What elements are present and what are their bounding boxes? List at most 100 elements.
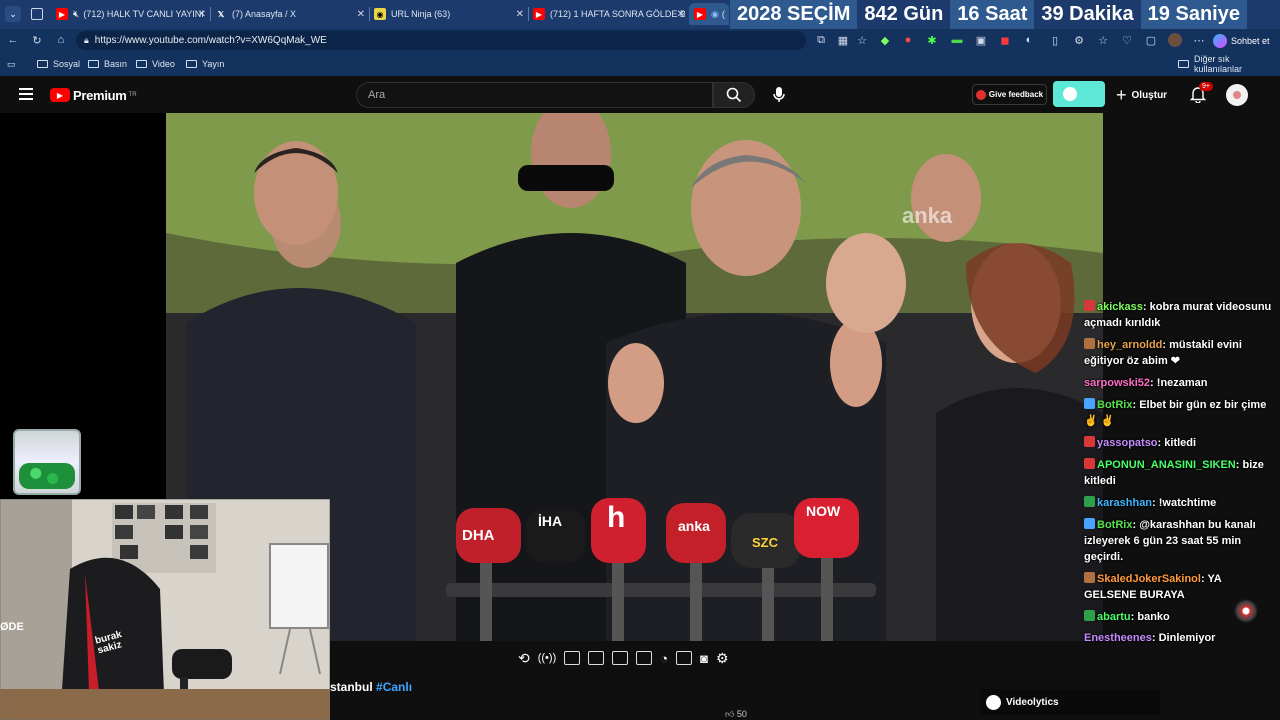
chat-username[interactable]: APONUN_ANASINI_SIKEN: [1097, 459, 1236, 471]
picture-icon[interactable]: [612, 651, 629, 665]
reading-list-icon[interactable]: ▭: [7, 57, 16, 71]
bookmark-folder-basin[interactable]: Basın: [88, 57, 127, 71]
address-bar[interactable]: 🔒︎ https://www.youtube.com/watch?v=XW6Qq…: [76, 31, 806, 50]
tab-label: (: [721, 9, 725, 19]
close-icon[interactable]: ✕: [198, 9, 206, 20]
chat-badge-icon: [1084, 300, 1095, 311]
refresh-icon[interactable]: ↻: [30, 33, 44, 47]
split-screen-icon[interactable]: ▯: [1048, 33, 1062, 47]
bookmark-label: Basın: [104, 59, 128, 69]
favorites-icon[interactable]: ☆: [1096, 33, 1110, 47]
chat-username[interactable]: BotRix: [1097, 519, 1132, 531]
video-watermark: anka: [902, 203, 953, 228]
chat-badge-icon: [1084, 338, 1095, 349]
copilot-chat-button[interactable]: Sohbet et: [1213, 31, 1276, 50]
collections-icon[interactable]: ♡: [1120, 33, 1134, 47]
other-bookmarks[interactable]: Diğer sık kullanılanlar: [1178, 54, 1280, 74]
bookmark-folder-sosyal[interactable]: Sosyal: [37, 57, 80, 71]
extension-icon[interactable]: ◼: [998, 33, 1012, 47]
mic-label-iha: İHA: [538, 513, 563, 529]
tab-x-home[interactable]: 𝕏 (7) Anasayfa / X ✕: [215, 3, 365, 25]
favorite-star-icon[interactable]: ☆: [855, 33, 869, 47]
folder-icon: [88, 60, 99, 68]
gear-icon[interactable]: ⚙: [716, 650, 729, 667]
ambient-icon[interactable]: [636, 651, 653, 665]
x-logo-icon: 𝕏: [217, 9, 225, 19]
youtube-icon: ▶: [533, 8, 545, 20]
tab-halk-tv[interactable]: ▶ 🔇︎ (712) HALK TV CANLI YAYINI | ✕: [56, 3, 206, 25]
back-icon[interactable]: ←: [6, 33, 20, 47]
workspaces-icon[interactable]: [31, 8, 43, 20]
tab-url-ninja[interactable]: ◉ URL Ninja (63) ✕: [374, 3, 524, 25]
create-button[interactable]: + Oluştur: [1116, 85, 1176, 105]
speed-icon[interactable]: ◔: [660, 651, 668, 666]
bookmark-folder-video[interactable]: Video: [136, 57, 175, 71]
tab-active[interactable]: ▶ ◉ (: [689, 3, 729, 25]
give-feedback-button[interactable]: Give feedback: [972, 84, 1047, 105]
more-icon[interactable]: ⋯: [1192, 33, 1206, 47]
chat-username[interactable]: sarpowski52: [1084, 377, 1150, 389]
bookmark-label: Sosyal: [53, 59, 81, 69]
menu-icon[interactable]: [19, 88, 33, 100]
close-icon[interactable]: ✕: [357, 9, 365, 20]
video-title: stanbul #Canlı: [330, 680, 412, 694]
chat-message: APONUN_ANASINI_SIKEN: bize kitledi: [1084, 457, 1276, 489]
chat-username[interactable]: abartu: [1097, 611, 1131, 623]
hashtag-link[interactable]: #Canlı: [376, 680, 412, 694]
chat-button-label: Sohbet et: [1231, 35, 1270, 46]
bookmark-folder-yayin[interactable]: Yayın: [186, 57, 224, 71]
chat-username[interactable]: karashhan: [1097, 497, 1152, 509]
extension-toggle[interactable]: [1053, 81, 1105, 107]
chat-username[interactable]: BotRix: [1097, 399, 1132, 411]
media-icon: ◉: [711, 8, 719, 19]
videolytics-button[interactable]: Videolytics: [980, 689, 1160, 715]
close-icon[interactable]: ✕: [516, 9, 524, 20]
tab-actions-button[interactable]: ⌄: [5, 6, 21, 22]
mic-label-dha: DHA: [462, 527, 495, 544]
screenshot-icon[interactable]: ▢: [1144, 33, 1158, 47]
chat-message: BotRix: Elbet bir gün ez bir çime ✌ ✌: [1084, 397, 1276, 429]
chat-message: yassopatso: kitledi: [1084, 435, 1276, 451]
like-button[interactable]: 👍︎ 50: [725, 709, 747, 720]
screenshot-icon[interactable]: ◙: [700, 651, 708, 666]
youtube-logo[interactable]: ▶ Premium TR: [50, 86, 137, 104]
tab-label: (712) 1 HAFTA SONRA GÖLDE BU: [550, 9, 685, 19]
search-input[interactable]: Ara: [356, 82, 713, 108]
extension-icon[interactable]: ▣: [974, 33, 988, 47]
loop-icon[interactable]: ⟲: [518, 650, 530, 667]
extension-icon[interactable]: ▬: [950, 33, 964, 47]
extension-icon[interactable]: ◐: [1022, 33, 1036, 47]
film-icon[interactable]: [588, 651, 605, 665]
avatar[interactable]: [1168, 33, 1182, 47]
avatar[interactable]: [1226, 84, 1248, 106]
tab-golde[interactable]: ▶ (712) 1 HAFTA SONRA GÖLDE BU ✕: [533, 3, 685, 25]
logo-text: Premium: [73, 87, 127, 103]
chat-username[interactable]: Enestheenes: [1084, 632, 1152, 644]
chat-separator: :: [1142, 301, 1150, 313]
extension-controls: ⟲ ((•)) ◔ ◙ ⚙: [518, 650, 758, 666]
mute-icon[interactable]: 🔇︎: [73, 9, 79, 20]
extension-icon[interactable]: ●: [901, 33, 915, 47]
broadcast-icon[interactable]: ((•)): [538, 652, 557, 664]
videolytics-label: Videolytics: [1006, 696, 1059, 708]
settings-icon[interactable]: ⚙: [1072, 33, 1086, 47]
search-icon: [726, 87, 742, 103]
chat-username[interactable]: akickass: [1097, 301, 1143, 313]
add-icon[interactable]: [676, 651, 693, 665]
chat-message: karashhan: !watchtime: [1084, 495, 1276, 511]
extension-icon[interactable]: ✱: [925, 33, 939, 47]
extension-icon[interactable]: ◆: [878, 33, 892, 47]
search-placeholder: Ara: [368, 89, 386, 101]
voice-search-button[interactable]: [772, 86, 788, 104]
reader-icon[interactable]: ▦: [836, 33, 850, 47]
home-icon[interactable]: ⌂: [54, 33, 68, 47]
notifications-button[interactable]: 9+: [1189, 82, 1213, 104]
search-button[interactable]: [713, 82, 755, 108]
chat-message: akickass: kobra murat videosunu açmadı k…: [1084, 299, 1276, 331]
chat-username[interactable]: yassopatso: [1097, 437, 1158, 449]
chat-username[interactable]: hey_arnoldd: [1097, 339, 1162, 351]
screen-watch-icon[interactable]: [564, 651, 581, 665]
chat-username[interactable]: SkaledJokerSakinol: [1097, 573, 1201, 585]
translate-icon[interactable]: ⧉: [814, 33, 828, 47]
close-icon[interactable]: ✕: [677, 9, 685, 20]
